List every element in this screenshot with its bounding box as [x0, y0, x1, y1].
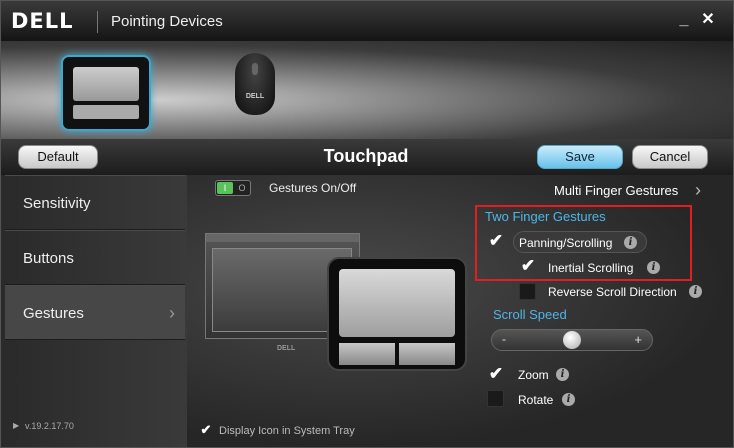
info-icon[interactable]: i [562, 393, 575, 406]
default-button[interactable]: Default [18, 145, 98, 169]
title-separator [97, 11, 98, 33]
close-button[interactable]: ✕ [699, 11, 717, 29]
chevron-right-icon: › [169, 303, 175, 323]
illustration-right-button [399, 343, 455, 365]
sidebar-item-buttons[interactable]: Buttons [5, 230, 185, 285]
scroll-speed-slider[interactable]: - + [491, 329, 653, 351]
sidebar-item-label: Sensitivity [23, 195, 91, 212]
inertial-scrolling-checkbox[interactable]: ✔ [519, 257, 537, 275]
mouse-brand: DELL [245, 93, 265, 100]
gestures-panel: I O Gestures On/Off Multi Finger Gesture… [187, 175, 733, 447]
minimize-button[interactable]: _ [675, 11, 693, 29]
mouse-wheel [252, 63, 258, 75]
slider-plus: + [634, 332, 642, 347]
sidebar-item-label: Buttons [23, 250, 74, 267]
reverse-scroll-checkbox[interactable] [519, 283, 536, 300]
gestures-toggle-label: Gestures On/Off [269, 181, 357, 195]
rotate-label: Rotate [518, 393, 554, 407]
touchpad-illustration [327, 257, 467, 371]
illustration-pad-surface [339, 269, 455, 337]
gestures-toggle[interactable]: I O [215, 180, 251, 196]
pointing-devices-window: DELL Pointing Devices _ ✕ DELL Default T… [0, 0, 734, 448]
chevron-right-icon[interactable]: › [695, 180, 701, 201]
dell-logo: DELL [11, 9, 74, 33]
window-title: Pointing Devices [111, 13, 223, 30]
version-label: v.19.2.17.70 [25, 421, 74, 431]
sidebar-item-gestures[interactable]: Gestures › [5, 285, 185, 340]
reverse-scroll-label: Reverse Scroll Direction [548, 285, 677, 299]
tray-icon-label: Display Icon in System Tray [219, 425, 355, 437]
cancel-button[interactable]: Cancel [632, 145, 708, 169]
zoom-label: Zoom [518, 368, 549, 382]
slider-knob[interactable] [563, 331, 581, 349]
touchpad-surface [73, 67, 139, 101]
toggle-on-state: I [217, 182, 233, 194]
footer-bar: ✔ Display Icon in System Tray [187, 413, 733, 447]
illustration-left-button [339, 343, 395, 365]
toolbar: Default Touchpad Save Cancel [1, 139, 733, 175]
scroll-speed-title: Scroll Speed [493, 307, 567, 322]
panning-scrolling-label: Panning/Scrolling [519, 236, 613, 250]
illustration-brand: DELL [277, 345, 296, 352]
mouse-device-icon[interactable]: DELL [235, 53, 275, 115]
rotate-checkbox[interactable] [487, 390, 504, 407]
multi-finger-gestures-link[interactable]: Multi Finger Gestures [554, 183, 678, 198]
toggle-off-state: O [238, 183, 246, 193]
two-finger-gestures-title: Two Finger Gestures [485, 209, 606, 224]
panning-checkbox[interactable]: ✔ [487, 232, 505, 250]
sidebar-item-label: Gestures [23, 305, 84, 322]
slider-minus: - [502, 332, 506, 346]
expand-arrow-icon[interactable]: ▶ [13, 421, 19, 430]
info-icon[interactable]: i [647, 261, 660, 274]
inertial-scrolling-label: Inertial Scrolling [548, 261, 634, 275]
save-button[interactable]: Save [537, 145, 623, 169]
touchpad-device-icon[interactable] [61, 55, 151, 131]
device-banner: DELL [1, 41, 733, 139]
sidebar: Sensitivity Buttons Gestures › ▶ v.19.2.… [1, 175, 187, 447]
tray-icon-checkbox[interactable]: ✔ [197, 421, 215, 439]
zoom-checkbox[interactable]: ✔ [487, 365, 505, 383]
touchpad-buttons [73, 105, 139, 119]
page-title: Touchpad [323, 146, 409, 166]
sidebar-item-sensitivity[interactable]: Sensitivity [5, 175, 185, 230]
illustration-window-bar [206, 234, 359, 242]
info-icon[interactable]: i [624, 236, 637, 249]
title-bar: DELL Pointing Devices _ ✕ [1, 1, 733, 41]
info-icon[interactable]: i [556, 368, 569, 381]
info-icon[interactable]: i [689, 285, 702, 298]
